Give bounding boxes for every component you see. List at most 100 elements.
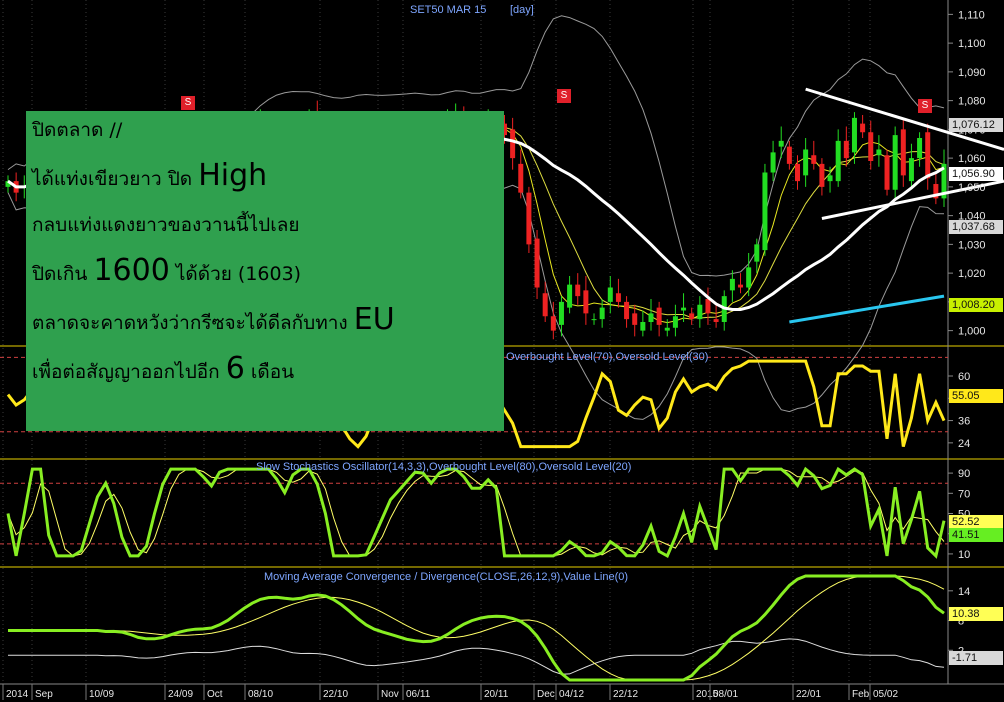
x-tick-label: 08/10 [248, 689, 273, 700]
price-tag-lower-band: 1,037.68 [949, 220, 1003, 234]
x-tick-label: Feb [852, 689, 870, 700]
price-tag-upper-band: 1,076.12 [949, 118, 1003, 132]
candle-body [558, 301, 564, 325]
candle-body [648, 313, 654, 322]
sell-signal-badge: S [181, 96, 195, 110]
candle-body [599, 307, 605, 320]
x-tick-label: 20/11 [484, 689, 509, 700]
stoch-value-tag-d: 41.51 [949, 528, 1003, 542]
candle-body [656, 307, 662, 325]
candle-body [770, 152, 776, 173]
y-tick-label: 1,060 [958, 153, 986, 165]
candle-body [925, 132, 931, 179]
candle-body [754, 244, 760, 262]
candle-body [900, 129, 906, 176]
price-tag-close: 1,056.90 [949, 167, 1003, 181]
x-tick-label: 10/09 [89, 689, 114, 700]
sell-signal-badge: S [557, 89, 571, 103]
candle-body [794, 163, 800, 182]
candle-body [575, 284, 581, 297]
x-tick-label: Dec [537, 689, 555, 700]
x-tick-label: 22/12 [613, 689, 638, 700]
candle-body [681, 307, 687, 311]
candle-body [567, 284, 573, 308]
y-tick-label: 1,100 [958, 38, 986, 50]
candle-body [591, 319, 597, 321]
candle-body [892, 135, 898, 190]
stochastic-panel [6, 466, 946, 559]
x-tick-label: 2014 [6, 689, 29, 700]
candle-body [811, 155, 817, 164]
candle-body [851, 117, 857, 153]
chart-title: SET50 MAR 15 [410, 4, 486, 16]
macd-hist-value-tag: -1.71 [949, 651, 1003, 665]
x-tick-label: 04/12 [559, 689, 584, 700]
candle-body [843, 140, 849, 159]
x-tick-label: Oct [207, 689, 223, 700]
candle-body [762, 172, 768, 251]
price-tag-ma: 1,008.20 [949, 298, 1003, 312]
candle-body [860, 123, 866, 133]
candle-body [664, 327, 670, 331]
candle-body [583, 290, 589, 314]
x-tick-label: 24/09 [168, 689, 193, 700]
rsi-value-tag: 55.05 [949, 389, 1003, 403]
candle-body [624, 301, 630, 320]
candle-body [510, 129, 516, 159]
candle-body [729, 278, 735, 291]
y-tick-label: 10 [958, 549, 970, 561]
candle-body [908, 158, 914, 182]
y-tick-label: 14 [958, 586, 970, 598]
y-tick-label: 24 [958, 438, 970, 450]
candle-body [917, 138, 923, 159]
candle-body [534, 238, 540, 288]
candle-body [786, 146, 792, 164]
stoch-value-tag-k: 52.52 [949, 515, 1003, 529]
macd-value-tag: 10.38 [949, 607, 1003, 621]
annotation-line: ปิดตลาด // [32, 119, 123, 141]
y-tick-label: 36 [958, 416, 970, 428]
y-tick-label: 70 [958, 488, 970, 500]
x-tick-label: 06/11 [406, 689, 431, 700]
candle-body [640, 322, 646, 331]
macd-title: Moving Average Convergence / Divergence(… [264, 571, 628, 583]
annotation-line: เพื่อต่อสัญญาออกไปอีก 6 เดือน [32, 351, 295, 386]
x-tick-label: 22/10 [323, 689, 348, 700]
x-tick-label: Nov [381, 689, 399, 700]
x-tick-label: Sep [35, 689, 53, 700]
candle-body [884, 155, 890, 190]
candle-body [550, 316, 556, 331]
y-tick-label: 1,050 [958, 182, 986, 194]
y-tick-label: 1,030 [958, 239, 986, 251]
candle-body [713, 319, 719, 322]
candle-body [827, 175, 833, 182]
candle-body [819, 163, 825, 187]
macd-histogram-line [8, 638, 945, 675]
stochastic-k-line [6, 466, 946, 559]
y-tick-label: 1,110 [958, 9, 985, 21]
y-tick-label: 1,080 [958, 96, 986, 108]
candle-body [697, 304, 703, 320]
candle-body [632, 313, 638, 325]
macd-signal-line [8, 575, 945, 681]
candle-body [615, 293, 621, 302]
candle-body [835, 140, 841, 182]
x-tick-label: 08/01 [713, 689, 738, 700]
candle-body [876, 149, 882, 156]
sell-signal-badge: S [918, 99, 932, 113]
annotation-box: ปิดตลาด // ได้แท่งเขียวยาว ปิด High กลบแ… [26, 111, 504, 431]
candle-body [672, 316, 678, 328]
candle-body [607, 287, 613, 302]
y-tick-label: 1,020 [958, 268, 986, 280]
annotation-line: กลบแท่งแดงยาวของวานนี้ไปเลย [32, 214, 300, 236]
candle-body [705, 299, 711, 314]
stochastic-title: Slow Stochastics Oscillator(14,3,3),Over… [256, 461, 631, 473]
annotation-line: ปิดเกิน 1600 ได้ด้วย (1603) [32, 253, 302, 288]
rsi-title: Overbought Level(70),Oversold Level(30) [506, 351, 708, 363]
candle-body [542, 293, 548, 317]
chart-subtitle: [day] [510, 4, 534, 16]
y-tick-label: 90 [958, 468, 970, 480]
candle-body [746, 267, 752, 288]
annotation-line: ตลาดจะคาดหวังว่ากรีซจะได้ดีลกับทาง EU [32, 302, 395, 337]
moving-average-cyan-line [789, 294, 945, 324]
